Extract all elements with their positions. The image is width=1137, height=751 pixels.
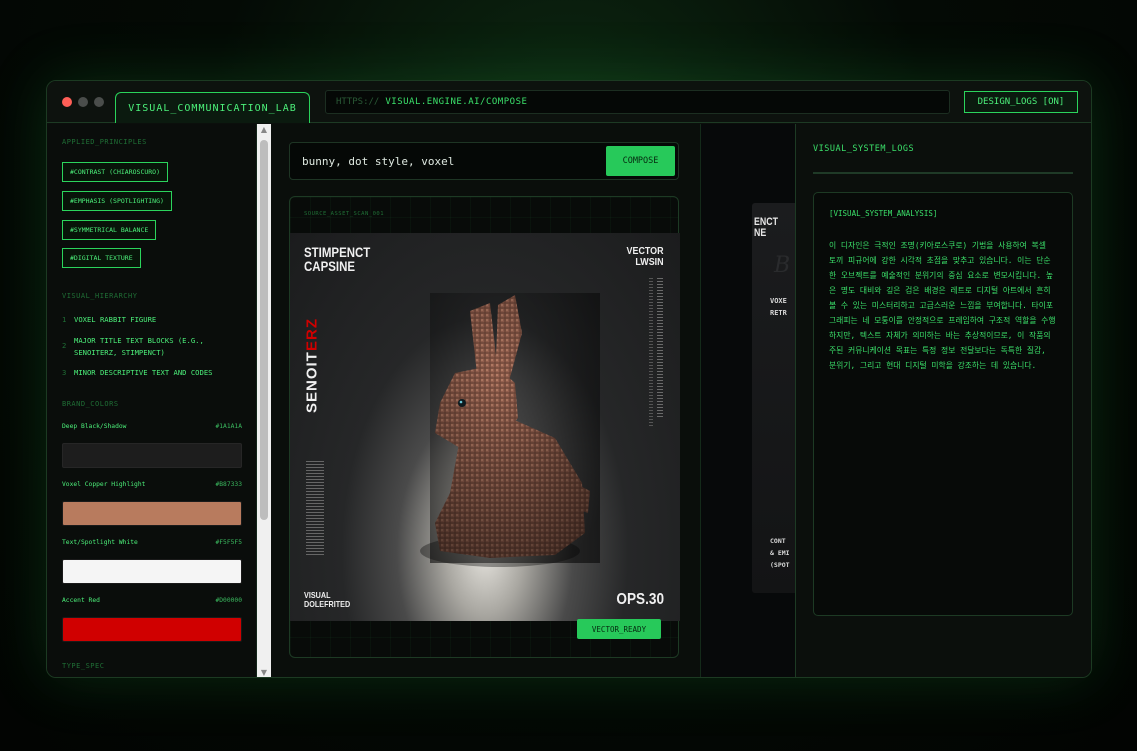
ghost-text-line: VOXE [770,297,787,305]
tab-visual-communication-lab[interactable]: VISUAL_COMMUNICATION_LAB [115,92,310,123]
ghost-title: ENCT NE [754,217,778,239]
close-window-button[interactable] [62,97,72,107]
prompt-input[interactable]: bunny, dot style, voxel [302,155,454,168]
window-controls [62,97,104,107]
hierarchy-number: 3 [62,368,67,377]
compose-button[interactable]: COMPOSE [606,146,675,176]
principle-tag[interactable]: #CONTRAST (CHIAROSCURO) [62,162,169,182]
principle-tag[interactable]: #DIGITAL TEXTURE [62,248,141,268]
composer-panel: bunny, dot style, voxel COMPOSE SOURCE_A… [272,124,700,677]
frame-label: SOURCE_ASSET_SCAN_001 [304,211,385,217]
vector-ready-button[interactable]: VECTOR_READY [577,619,661,639]
color-row: Accent Red #D00000 [62,597,242,604]
hierarchy-item: 3 MINOR DESCRIPTIVE TEXT AND CODES [62,367,242,379]
poster-image: STIMPENCT CAPSINE VECTOR LWSIN SENOIT ERZ [290,233,680,621]
color-name: Voxel Copper Highlight [62,481,146,488]
hierarchy-text: MINOR DESCRIPTIVE TEXT AND CODES [74,368,213,377]
color-row: Voxel Copper Highlight #B87333 [62,481,242,488]
maximize-window-button[interactable] [94,97,104,107]
logs-title: VISUAL_SYSTEM_LOGS [813,144,915,154]
ghost-text-line: (SPOT [770,561,790,569]
hierarchy-text: MAJOR TITLE TEXT BLOCKS (E.G., SENOITERZ… [74,336,204,357]
logs-divider [813,172,1073,174]
color-swatch-accent-red[interactable] [62,617,242,642]
ghost-text-line: RETR [770,309,787,317]
analysis-text: 이 디자인은 극적인 조명(키아로스쿠로) 기법을 사용하여 복셀 토끼 피규어… [829,241,1056,370]
color-row: Text/Spotlight White #F5F5F5 [62,539,242,546]
ghost-text-line: CONT [770,537,786,545]
poster-bottom-left-line: DOLEFRITED [304,599,351,609]
preview-frame: SOURCE_ASSET_SCAN_001 STIMPENCT CAPSINE … [289,196,680,658]
design-logs-toggle[interactable]: DESIGN_LOGS [ON] [964,91,1078,113]
url-host: VISUAL.ENGINE.AI/COMPOSE [385,97,528,107]
principles-title: APPLIED_PRINCIPLES [62,138,147,146]
poster-bottom-right: OPS.30 [616,591,664,608]
hierarchy-title: VISUAL_HIERARCHY [62,292,138,300]
scroll-down-arrow-icon[interactable]: ▼ [257,667,271,677]
hierarchy-item: 2 MAJOR TITLE TEXT BLOCKS (E.G., SENOITE… [62,335,242,359]
colors-title: BRAND_COLORS [62,400,119,408]
url-protocol: HTTPS:// [336,97,380,107]
analysis-header: [VISUAL_SYSTEM_ANALYSIS] [829,209,938,218]
poster-bottom-left: VISUAL DOLEFRITED [304,591,350,609]
prompt-bar: bunny, dot style, voxel COMPOSE [289,142,679,180]
color-name: Deep Black/Shadow [62,423,127,430]
color-name: Text/Spotlight White [62,539,138,546]
sidebar-scrollbar[interactable]: ▲ ▼ [257,124,271,677]
ghost-text-line: & EMI [770,549,790,557]
color-swatch-deep-black[interactable] [62,443,242,468]
color-hex: #1A1A1A [215,423,242,430]
hierarchy-number: 1 [62,315,67,324]
minimize-window-button[interactable] [78,97,88,107]
ghost-text-bottom: CONT & EMI (SPOT [770,535,790,571]
color-row: Deep Black/Shadow #1A1A1A [62,423,242,430]
scroll-up-arrow-icon[interactable]: ▲ [257,124,271,136]
ghost-title-line: NE [754,227,767,239]
color-hex: #F5F5F5 [215,539,242,546]
color-name: Accent Red [62,597,100,604]
sidebar: APPLIED_PRINCIPLES #CONTRAST (CHIAROSCUR… [47,124,257,677]
app-window: VISUAL_COMMUNICATION_LAB HTTPS:// VISUAL… [46,80,1092,678]
hierarchy-text: VOXEL RABBIT FIGURE [74,315,157,324]
ghost-letter: B [774,253,791,278]
analysis-log-box: [VISUAL_SYSTEM_ANALYSIS] 이 디자인은 극적인 조명(키… [813,192,1073,616]
logs-panel: VISUAL_SYSTEM_LOGS [VISUAL_SYSTEM_ANALYS… [795,124,1091,677]
voxel-rabbit-figure [420,293,600,567]
color-hex: #D00000 [215,597,242,604]
hierarchy-number: 2 [62,341,67,350]
url-bar[interactable]: HTTPS:// VISUAL.ENGINE.AI/COMPOSE [325,90,950,114]
color-hex: #B87333 [215,481,242,488]
ghost-text-top: VOXE RETR [770,295,787,319]
title-bar: VISUAL_COMMUNICATION_LAB HTTPS:// VISUAL… [47,81,1091,123]
color-swatch-spotlight-white[interactable] [62,559,242,584]
secondary-preview-strip: ENCT NE B VOXE RETR CONT & EMI (SPOT [700,124,802,677]
type-spec-title: TYPE_SPEC [62,662,105,670]
color-swatch-voxel-copper[interactable] [62,501,242,526]
scroll-thumb[interactable] [260,140,268,520]
hierarchy-item: 1 VOXEL RABBIT FIGURE [62,314,242,326]
principle-tag[interactable]: #SYMMETRICAL BALANCE [62,220,157,240]
principle-tag[interactable]: #EMPHASIS (SPOTLIGHTING) [62,191,172,211]
